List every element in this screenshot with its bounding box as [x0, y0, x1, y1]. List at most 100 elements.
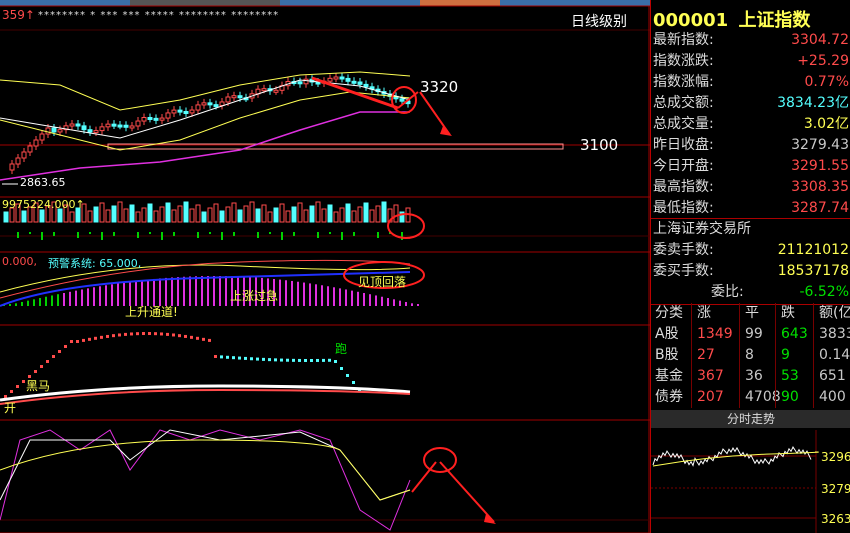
volume-bar: [129, 204, 135, 223]
breadth-header: 分类涨 平 跌 额(亿: [651, 303, 850, 324]
kline-chart-area[interactable]: 359↑ ******** * *** *** ***** ******** *…: [0, 0, 650, 533]
trend-dot: [118, 333, 121, 337]
volume-bar: [213, 203, 219, 223]
trend-dot: [220, 355, 223, 359]
breadth-cell: B股: [655, 347, 679, 363]
volume-bar: [261, 204, 267, 223]
trend-dot: [190, 335, 193, 339]
trend-dot: [298, 358, 301, 362]
quote-row: 最低指数: 3287.74: [651, 198, 850, 219]
quote-row-value: +25.29: [797, 53, 849, 69]
period-label[interactable]: 日线级别: [571, 11, 627, 31]
trend-dot: [22, 380, 25, 383]
trend-dot: [262, 357, 265, 361]
candle-body: [177, 109, 183, 113]
trend-dot: [52, 355, 55, 358]
breadth-cell: 53: [781, 368, 799, 384]
volume-bar: [111, 205, 117, 223]
breadth-cell: 27: [697, 347, 715, 363]
buy-label: 委买手数:: [653, 263, 714, 279]
candle-body: [207, 102, 213, 106]
breadth-cell: 400: [819, 389, 846, 405]
ratio-row: 委比: -6.52%: [651, 282, 850, 303]
volume-bar: [105, 209, 111, 223]
kdj-d-line: [0, 439, 411, 501]
breadth-header-cell: 跌: [781, 305, 795, 321]
quote-row-value: 0.77%: [804, 74, 849, 90]
breadth-cell: 0.149: [819, 347, 850, 363]
trend-dot: [316, 358, 319, 362]
candle-body: [351, 80, 357, 84]
quote-panel: 000001 上证指数 最新指数: 3304.72 指数涨跌: +25.29 指数涨幅:…: [650, 0, 850, 533]
breadth-cell: 基金: [655, 368, 683, 384]
volume-bar: [345, 203, 351, 223]
trend-dot: [292, 358, 295, 362]
volume-bar: [201, 211, 207, 223]
quote-row: 最高指数: 3308.35: [651, 177, 850, 198]
trend-dot: [76, 340, 79, 343]
candle-body: [363, 83, 369, 88]
breadth-cell: 90: [781, 389, 799, 405]
candle-body: [135, 120, 141, 127]
candle-body: [297, 81, 303, 85]
breadth-cell: 8: [745, 347, 754, 363]
indicator-label-b: 预警系统: 65.000,: [48, 257, 142, 270]
trend-dot: [280, 358, 283, 362]
annotation-3100: 3100: [580, 136, 619, 154]
trend-dot: [238, 356, 241, 360]
candle-body: [9, 163, 15, 171]
sell-label: 委卖手数:: [653, 242, 714, 258]
candle-body: [195, 104, 201, 111]
kdj-arrow-up: [411, 461, 437, 493]
boll-lower-line: [0, 91, 411, 151]
candle-body: [165, 112, 171, 119]
trend-dot: [322, 358, 325, 362]
trend-dot: [352, 381, 355, 384]
quote-row-label: 昨日收盘:: [653, 137, 714, 153]
intraday-chart[interactable]: 3296 3279 3263: [651, 430, 850, 533]
candle-body: [123, 124, 129, 128]
sell-row: 委卖手数: 21121012: [651, 240, 850, 261]
trend-dot: [88, 337, 91, 341]
ratio-value: -6.52%: [799, 284, 849, 300]
breadth-row: 基金 367 36 53 651: [651, 366, 850, 387]
trend-dot: [214, 355, 217, 358]
trend-dot: [124, 332, 127, 336]
trend-dot: [202, 337, 205, 341]
volume-bar: [39, 209, 45, 223]
breadth-row: A股 1349 99 643 3833: [651, 324, 850, 345]
trend-dot: [346, 374, 349, 377]
text-black-horse: 黑马: [26, 379, 51, 393]
indicator-label-a: 0.000,: [2, 255, 37, 268]
text-rise-channel: 上升通道!: [125, 305, 178, 319]
candle-body: [213, 104, 219, 108]
index-title[interactable]: 000001 上证指数: [653, 6, 810, 32]
quote-row-value: 3308.35: [791, 179, 849, 195]
candle-body: [219, 101, 225, 106]
candle-body: [399, 98, 405, 102]
trend-arrow-forecast: [419, 91, 451, 136]
trend-dot: [268, 358, 271, 362]
volume-bar: [219, 210, 225, 223]
trend-dot: [34, 370, 37, 373]
annotation-3320: 3320: [420, 78, 459, 96]
volume-bar: [159, 206, 165, 223]
trend-dot: [64, 345, 67, 348]
quote-row: 今日开盘: 3291.55: [651, 156, 850, 177]
text-top-fall: 见顶回落: [358, 275, 407, 289]
trend-dot: [304, 358, 307, 362]
candle-body: [45, 127, 51, 135]
volume-bar: [183, 201, 189, 223]
quote-row-value: 3304.72: [791, 32, 849, 48]
volume-bar: [207, 207, 213, 223]
candle-body: [339, 76, 345, 80]
intraday-title[interactable]: 分时走势: [651, 410, 850, 428]
breadth-grid-line: [691, 303, 692, 408]
trend-dot: [244, 356, 247, 360]
candle-body: [147, 117, 153, 121]
volume-bar: [171, 209, 177, 223]
index-name: 上证指数: [738, 10, 811, 31]
exchange-row: 上海证券交易所: [651, 219, 850, 240]
candle-body: [141, 117, 147, 122]
trend-dot: [58, 350, 61, 353]
